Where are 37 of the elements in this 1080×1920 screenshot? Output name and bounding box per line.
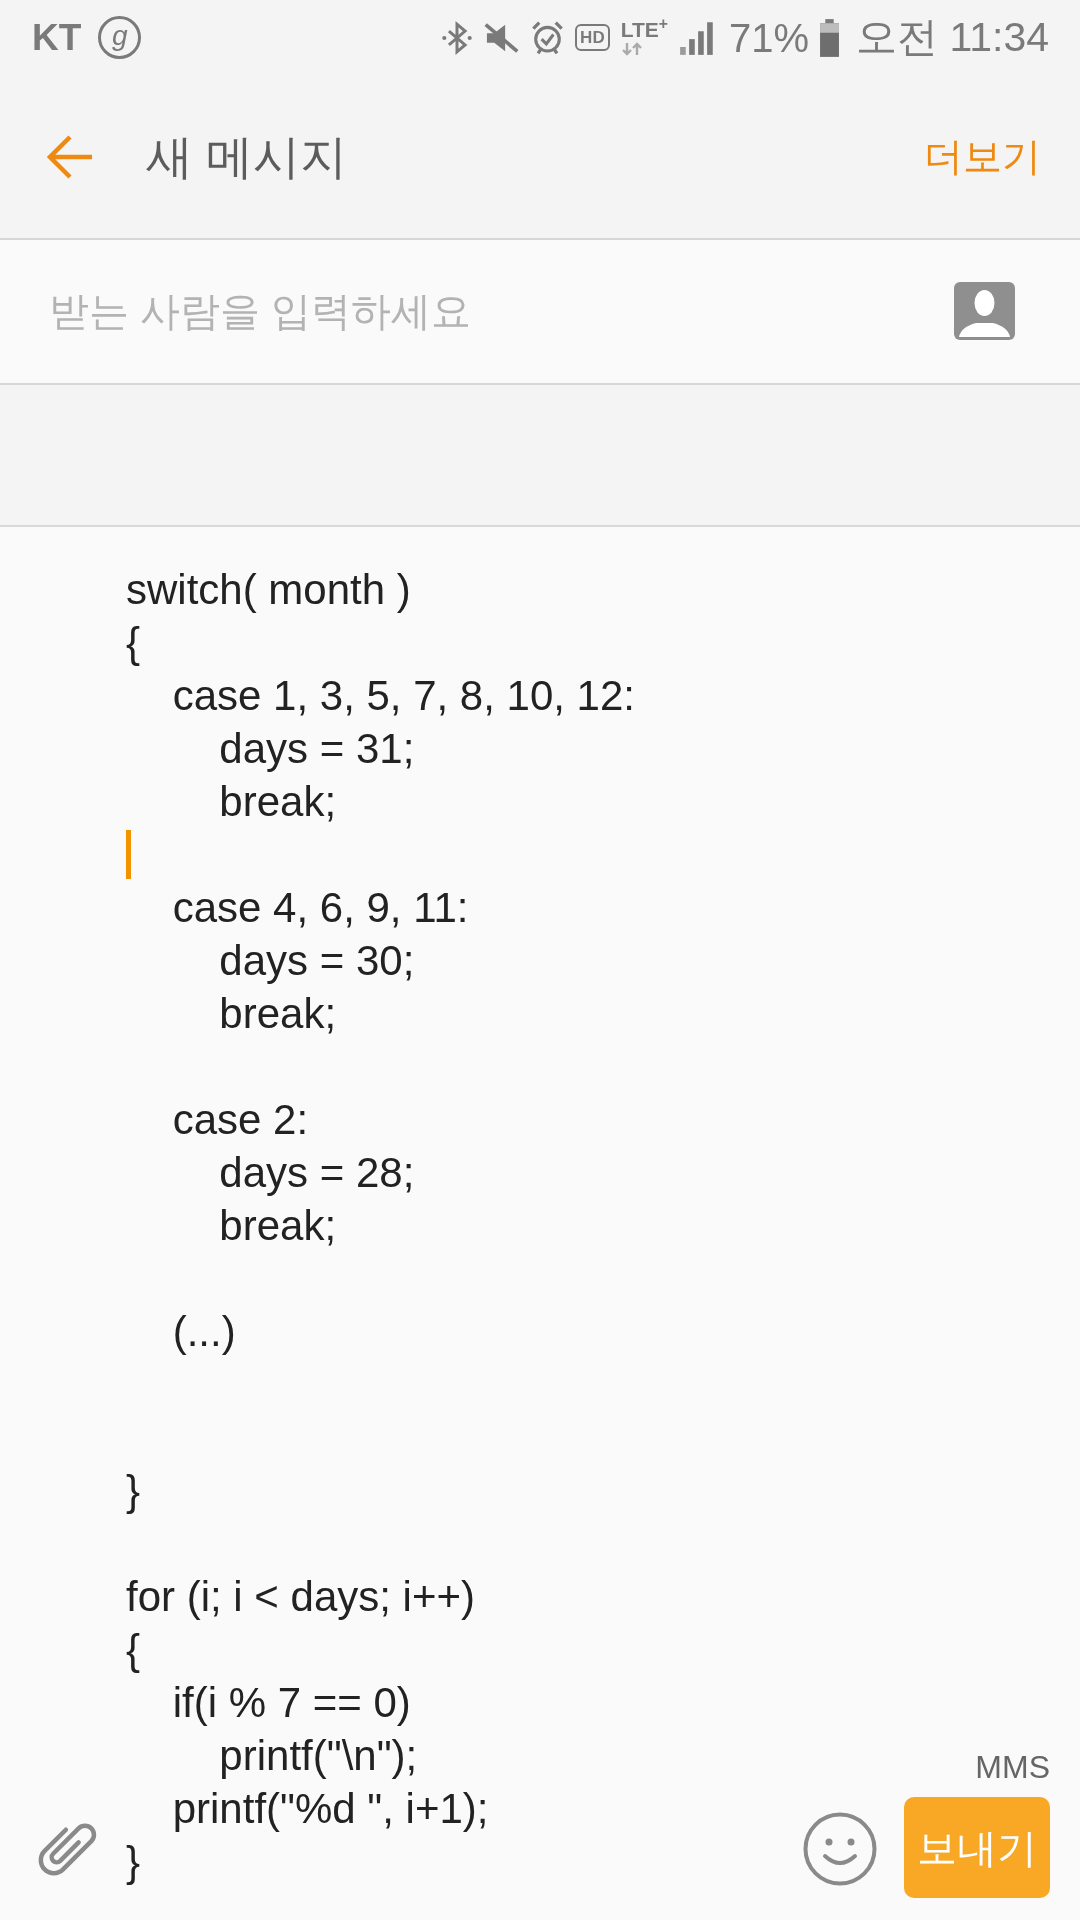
message-text-line: if(i % 7 == 0) xyxy=(172,1678,411,1728)
message-text-line: } xyxy=(126,1466,141,1516)
message-text-line: break; xyxy=(219,1201,337,1251)
message-text-line: days = 31; xyxy=(219,724,415,774)
alarm-clock-icon xyxy=(531,19,565,56)
message-text-line: case 2: xyxy=(172,1095,309,1145)
send-button[interactable]: 보내기 xyxy=(904,1797,1050,1898)
status-badge: g xyxy=(98,16,142,59)
screen-title: 새 메시지 xyxy=(146,133,348,180)
message-text-line: days = 28; xyxy=(219,1148,415,1198)
battery-percentage: 71% xyxy=(729,17,810,58)
contact-picker-icon[interactable] xyxy=(954,282,1015,340)
message-text-line: printf("\n"); xyxy=(219,1731,418,1781)
message-text-line: for (i; i < days; i++) xyxy=(126,1572,475,1622)
message-text-line: break; xyxy=(219,777,337,827)
message-text-line: printf("%d ", i+1); xyxy=(172,1784,489,1834)
message-text-line: { xyxy=(126,1625,141,1675)
message-text-line: days = 30; xyxy=(219,936,415,986)
carrier-name: KT xyxy=(32,19,82,56)
message-text-line: { xyxy=(126,618,141,668)
message-type-label: MMS xyxy=(975,1751,1050,1783)
emoji-icon[interactable] xyxy=(803,1812,877,1886)
message-text-line: switch( month ) xyxy=(126,565,411,615)
message-text-line: break; xyxy=(219,989,337,1039)
network-type-label: LTE$^{+}$ xyxy=(620,19,668,40)
message-text-line: } xyxy=(126,1837,141,1887)
message-text-line: (...) xyxy=(172,1307,236,1357)
bluetooth-icon xyxy=(442,19,473,56)
message-text-line: case 1, 3, 5, 7, 8, 10, 12: xyxy=(172,671,635,721)
hd-indicator: HD xyxy=(575,24,610,51)
clock: 오전 11:34 xyxy=(856,17,1049,58)
more-button[interactable]: 더보기 xyxy=(924,137,1041,176)
recipient-field[interactable]: 받는 사람을 입력하세요 xyxy=(0,240,1080,385)
battery-icon xyxy=(819,18,841,57)
back-icon[interactable] xyxy=(47,133,93,180)
signal-icon xyxy=(679,20,715,55)
message-text-line: case 4, 6, 9, 11: xyxy=(172,883,469,933)
